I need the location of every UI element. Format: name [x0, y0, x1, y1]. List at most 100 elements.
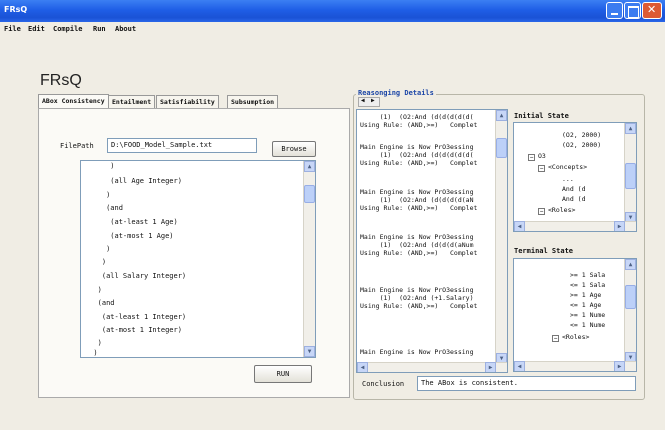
tree-node[interactable]: ... [562, 175, 574, 183]
menu-about[interactable]: About [115, 25, 136, 33]
tab-strip: ABox Consistency Entailment Satisfiabili… [38, 94, 380, 109]
tab-satisfiability[interactable]: Satisfiability [156, 95, 219, 108]
code-line: (at-least 1 Age) [85, 218, 178, 226]
minimize-button[interactable] [606, 2, 623, 19]
terminal-state-label: Terminal State [514, 247, 574, 255]
menu-file[interactable]: File [4, 25, 21, 33]
initial-state-label: Initial State [514, 112, 569, 120]
log-vertical-scrollbar[interactable]: ▲ ▼ [495, 110, 507, 364]
code-line: (at-most 1 Age) [85, 232, 174, 240]
log-line: Main Engine is Now PrO3essing [360, 143, 474, 151]
expand-icon[interactable]: − [538, 208, 545, 215]
scroll-right-icon[interactable]: ▶ [485, 362, 496, 372]
scroll-down-icon[interactable]: ▼ [304, 346, 315, 357]
log-line: Main Engine is Now PrO3essing [360, 233, 474, 241]
reasoning-details-title: Reasonging Details [356, 89, 436, 97]
scroll-right-icon[interactable]: ▶ [614, 361, 625, 371]
log-horizontal-scrollbar[interactable]: ◀ ▶ [357, 362, 507, 372]
log-line: Using Rule: (AND,>=) Complet [360, 159, 478, 167]
menu-edit[interactable]: Edit [28, 25, 45, 33]
scroll-thumb[interactable] [625, 285, 636, 309]
tree-node[interactable]: <Concepts> [548, 163, 587, 171]
code-vertical-scrollbar[interactable]: ▲ ▼ [303, 161, 315, 357]
tab-entailment[interactable]: Entailment [108, 95, 156, 108]
tree-node[interactable]: (O2, 2000) [562, 131, 601, 139]
code-line: ) [85, 349, 98, 357]
scroll-up-icon[interactable]: ▲ [625, 259, 636, 270]
scroll-thumb[interactable] [625, 163, 636, 189]
code-line: (all Age Integer) [85, 177, 182, 185]
tree-node[interactable]: <Roles> [562, 333, 589, 341]
code-line: (and [85, 204, 123, 212]
code-line: ) [85, 191, 111, 199]
tree-node[interactable]: <= 1 Sala [570, 281, 605, 289]
tree-node[interactable]: And (d [562, 185, 585, 193]
collapse-icon[interactable]: − [528, 154, 535, 161]
log-line: Using Rule: (AND,>=) Complet [360, 302, 478, 310]
tree-node[interactable]: >= 1 Sala [570, 271, 605, 279]
tree-node[interactable]: (O2, 2000) [562, 141, 601, 149]
collapse-icon[interactable]: − [552, 335, 559, 342]
terminal-state-tree[interactable]: >= 1 Sala <= 1 Sala >= 1 Age <= 1 Age >=… [513, 258, 637, 372]
menu-run[interactable]: Run [93, 25, 106, 33]
log-line: (1) (O2:And (d(d(d(aNum [360, 241, 474, 249]
tab-abox-consistency[interactable]: ABox Consistency [38, 94, 109, 109]
log-line: Main Engine is Now PrO3essing [360, 188, 474, 196]
initial-tree-horizontal-scrollbar[interactable]: ◀ ▶ [514, 221, 636, 231]
tree-node[interactable]: >= 1 Nume [570, 311, 605, 319]
title-bar[interactable]: FRsQ [0, 0, 665, 22]
scroll-thumb[interactable] [304, 185, 315, 203]
tree-node[interactable]: >= 1 Age [570, 291, 601, 299]
code-line: ) [85, 286, 102, 294]
conclusion-field[interactable]: The ABox is consistent. [417, 376, 636, 391]
filepath-label: FilePath [60, 142, 94, 150]
browse-button[interactable]: Browse [272, 141, 316, 157]
code-line: ) [85, 245, 111, 253]
code-line: (and [85, 299, 115, 307]
filepath-input[interactable]: D:\FOOD_Model_Sample.txt [107, 138, 257, 153]
scroll-up-icon[interactable]: ▲ [496, 110, 507, 121]
log-line: (1) (O2:And (d(d(d(d(d( [360, 113, 474, 121]
app-title: FRsQ [40, 72, 82, 89]
conclusion-label: Conclusion [362, 380, 405, 388]
menu-compile[interactable]: Compile [53, 25, 83, 33]
initial-state-tree[interactable]: (O2, 2000) (O2, 2000) − O3 − <Concepts> … [513, 122, 637, 232]
menu-bar: File Edit Compile Run About [0, 22, 665, 38]
scroll-thumb[interactable] [496, 138, 507, 158]
log-line: Using Rule: (AND,>=) Complet [360, 249, 478, 257]
log-line: Using Rule: (AND,>=) Complet [360, 204, 478, 212]
scroll-left-icon[interactable]: ◀ [514, 221, 525, 231]
tab-subsumption[interactable]: Subsumption [227, 95, 279, 108]
close-button[interactable] [642, 2, 662, 19]
terminal-tree-vertical-scrollbar[interactable]: ▲ ▼ [624, 259, 636, 363]
log-line: Main Engine is Now PrO3essing [360, 286, 474, 294]
scroll-left-icon[interactable]: ◀ [357, 362, 368, 372]
initial-tree-vertical-scrollbar[interactable]: ▲ ▼ [624, 123, 636, 223]
code-line: (at-most 1 Integer) [85, 326, 182, 334]
scroll-right-icon[interactable]: ▶ [614, 221, 625, 231]
scroll-left-icon[interactable]: ◀ [514, 361, 525, 371]
tree-node[interactable]: <= 1 Nume [570, 321, 605, 329]
tree-node[interactable]: <= 1 Age [570, 301, 601, 309]
code-line: (all Salary Integer) [85, 272, 187, 280]
code-line: ) [85, 258, 107, 266]
window-title: FRsQ [4, 5, 28, 14]
code-line: ) [85, 339, 102, 347]
tree-node[interactable]: O3 [538, 152, 546, 160]
maximize-button[interactable] [624, 2, 641, 19]
kb-text-area[interactable]: ) (all Age Integer) ) (and (at-least 1 A… [80, 160, 316, 358]
terminal-tree-horizontal-scrollbar[interactable]: ◀ ▶ [514, 361, 636, 371]
scroll-up-icon[interactable]: ▲ [304, 161, 315, 172]
tree-node[interactable]: And (d [562, 195, 585, 203]
run-button[interactable]: RUN [254, 365, 312, 383]
app-window: FRsQ File Edit Compile Run About FRsQ AB… [0, 0, 665, 430]
tree-node[interactable]: <Roles> [548, 206, 575, 214]
code-line: (at-least 1 Integer) [85, 313, 187, 321]
reasoning-log[interactable]: (1) (O2:And (d(d(d(d(d( Using Rule: (AND… [356, 109, 508, 373]
log-line: Main Engine is Now PrO3essing [360, 348, 474, 356]
log-line: (1) (O2:And (+1.Salary) [360, 294, 474, 302]
log-line: (1) (O2:And (d(d(d(d(aN [360, 196, 474, 204]
collapse-icon[interactable]: − [538, 165, 545, 172]
scroll-up-icon[interactable]: ▲ [625, 123, 636, 134]
log-line: Using Rule: (AND,>=) Complet [360, 121, 478, 129]
